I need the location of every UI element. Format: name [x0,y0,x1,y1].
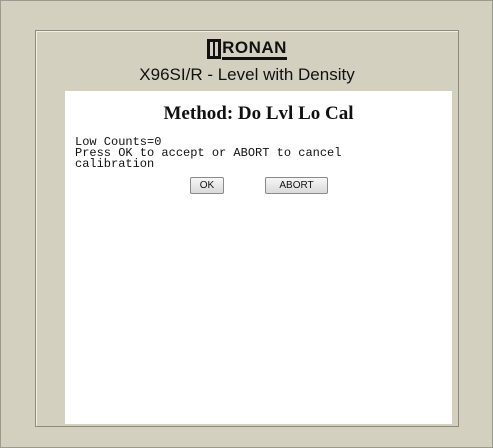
logo-text: RONAN [222,38,287,60]
message-line-calibration: calibration [75,157,155,171]
method-title: Method: Do Lvl Lo Cal [163,103,354,124]
device-title: X96SI/R - Level with Density [139,65,355,84]
button-row: OK ABORT [65,177,452,197]
ronan-logo-mark-icon [207,39,222,59]
outer-frame: RONAN X96SI/R - Level with Density Metho… [0,0,493,448]
abort-button[interactable]: ABORT [265,177,328,194]
ok-button[interactable]: OK [190,177,224,194]
inner-frame: RONAN X96SI/R - Level with Density Metho… [35,30,459,427]
ronan-logo: RONAN [36,38,458,62]
calibration-message: Low Counts=0 Press OK to accept or ABORT … [75,136,452,171]
content-panel: Method: Do Lvl Lo Cal Low Counts=0 Press … [65,91,452,424]
